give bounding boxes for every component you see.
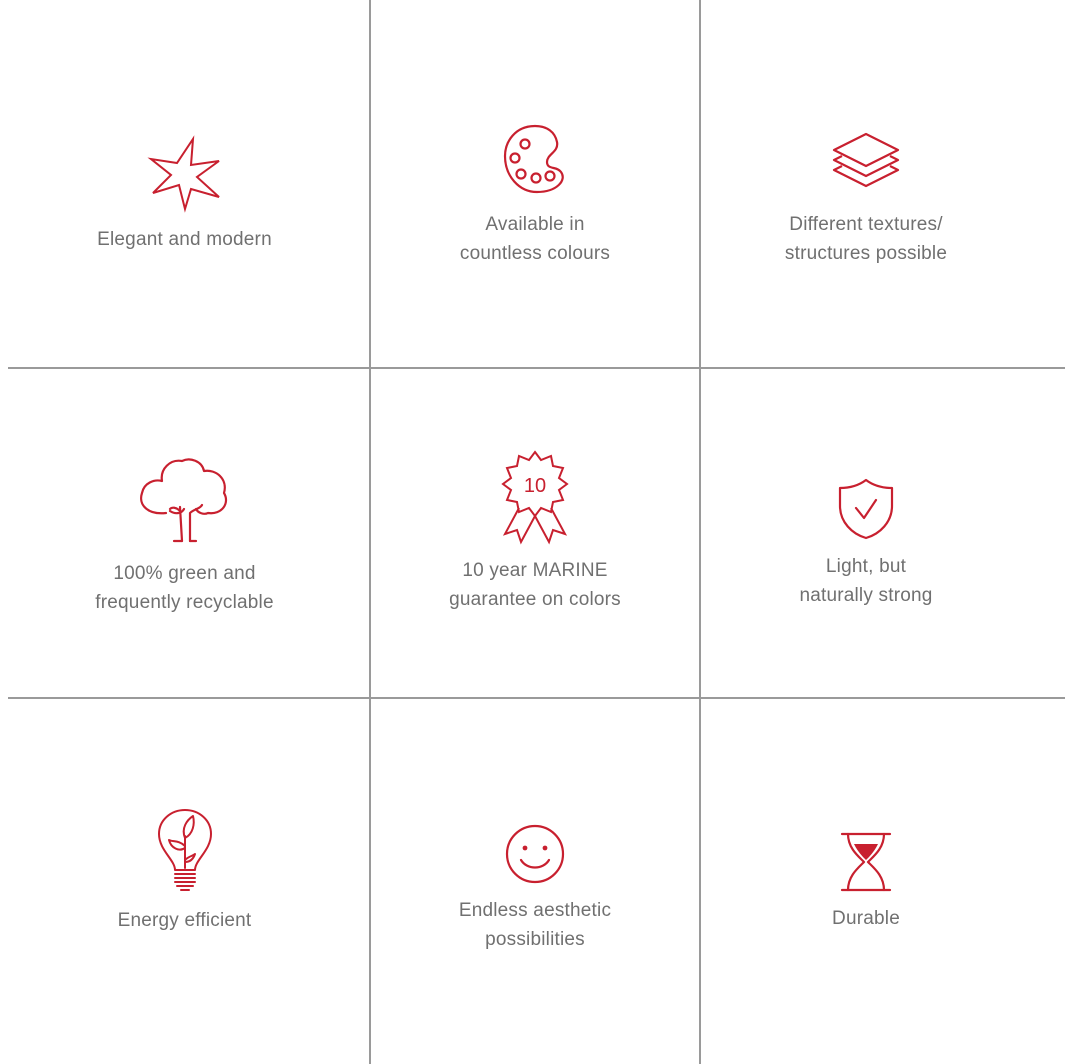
feature-label: Endless aesthetic possibilities xyxy=(458,900,612,950)
award-badge-icon: 10 xyxy=(485,448,585,546)
feature-cell-durable: Durable xyxy=(701,830,1031,933)
feature-cell-colours: Available in countless colours xyxy=(371,120,699,268)
feature-cell-green: 100% green and frequently recyclable xyxy=(0,453,369,617)
feature-label: Durable xyxy=(832,908,900,929)
layers-icon xyxy=(826,126,906,200)
feature-label: 100% green and frequently recyclable xyxy=(95,563,274,613)
feature-label: Different textures/ structures possible xyxy=(784,214,948,264)
tree-icon xyxy=(130,453,240,549)
feature-cell-energy: Energy efficient xyxy=(0,806,369,935)
feature-cell-aesthetic: Endless aesthetic possibilities xyxy=(371,822,699,954)
svg-text:10: 10 xyxy=(524,475,546,497)
eco-lightbulb-icon xyxy=(153,806,217,896)
smiley-icon xyxy=(503,822,567,886)
shield-check-icon xyxy=(834,476,898,542)
feature-cell-guarantee: 10 10 year MARINE guarantee on colors xyxy=(371,448,699,614)
feature-label: Elegant and modern xyxy=(97,229,272,250)
features-grid: Elegant and modern Available in countles… xyxy=(0,0,1065,1064)
feature-cell-elegant: Elegant and modern xyxy=(0,135,369,254)
hourglass-icon xyxy=(836,830,896,894)
feature-label: Light, but naturally strong xyxy=(799,556,933,606)
feature-cell-textures: Different textures/ structures possible xyxy=(701,126,1031,268)
grid-divider-horizontal xyxy=(8,697,1065,699)
palette-icon xyxy=(495,120,575,200)
grid-divider-horizontal xyxy=(8,367,1065,369)
feature-label: 10 year MARINE guarantee on colors xyxy=(449,560,621,610)
feature-label: Energy efficient xyxy=(117,910,252,931)
feature-cell-strong: Light, but naturally strong xyxy=(701,476,1031,610)
starburst-icon xyxy=(145,135,225,215)
feature-label: Available in countless colours xyxy=(459,214,611,264)
